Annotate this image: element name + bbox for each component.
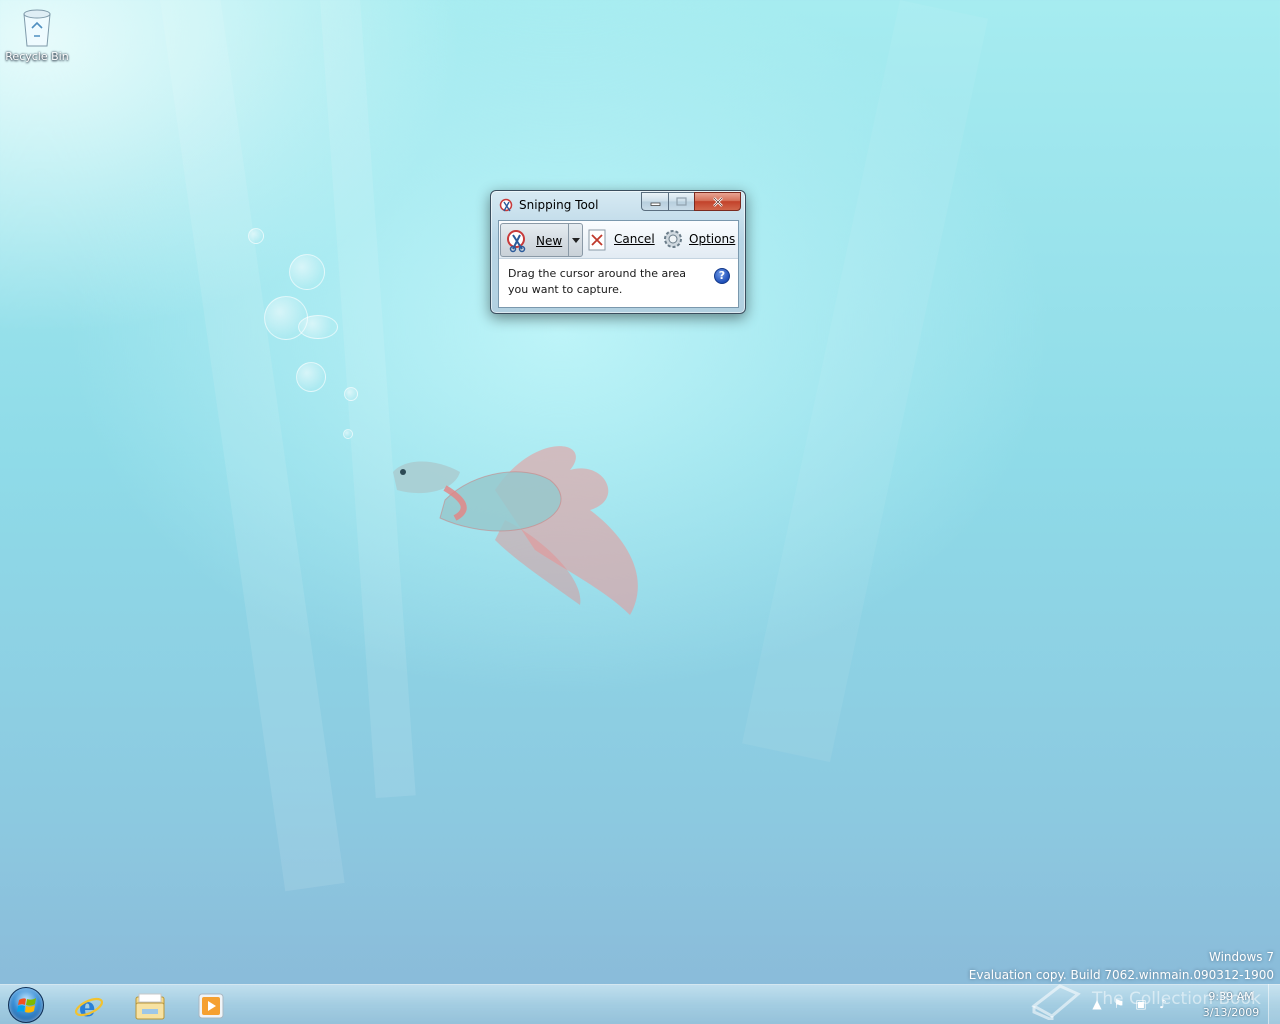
maximize-icon (676, 197, 687, 206)
new-snip-icon (506, 229, 530, 256)
close-icon (712, 196, 723, 207)
new-snip-button[interactable]: New (500, 223, 583, 257)
recycle-bin-desktop-icon[interactable]: Recycle Bin (4, 4, 70, 63)
cancel-icon[interactable] (588, 229, 606, 254)
bubble (298, 315, 338, 339)
bubble (343, 429, 353, 439)
new-label: New (536, 234, 563, 248)
minimize-button[interactable] (641, 192, 668, 211)
instruction-line-2: you want to capture. (508, 283, 623, 296)
instruction-line-1: Drag the cursor around the area (508, 267, 687, 280)
collection-book-text: The Collection Book (1092, 989, 1261, 1009)
bubble (289, 254, 325, 290)
taskbar-internet-explorer[interactable]: e (60, 986, 118, 1024)
collection-book-watermark: The Collection Book (1030, 978, 1270, 1024)
window-title: Snipping Tool (519, 198, 599, 212)
options-button[interactable]: Options (689, 232, 735, 246)
svg-text:e: e (79, 993, 96, 1022)
windows-explorer-icon (135, 993, 165, 1020)
windows-logo-icon (8, 987, 44, 1023)
gear-icon[interactable] (662, 228, 684, 253)
maximize-button[interactable] (668, 192, 694, 211)
book-logo-icon (1030, 980, 1082, 1023)
taskbar-media-player[interactable] (182, 986, 240, 1024)
media-player-icon (198, 993, 224, 1019)
watermark-os: Windows 7 (1208, 950, 1274, 964)
help-icon[interactable]: ? (714, 268, 730, 284)
snipping-tool-icon (499, 198, 515, 214)
recycle-bin-label: Recycle Bin (5, 50, 69, 63)
light-ray (741, 0, 989, 763)
client-area: New Cancel Options Drag the cursor aroun… (498, 220, 739, 308)
bubble (296, 362, 326, 392)
chevron-down-icon[interactable] (572, 238, 580, 243)
caption-buttons (641, 192, 741, 211)
show-desktop-button[interactable] (1268, 984, 1280, 1024)
snipping-tool-window[interactable]: Snipping Tool New Cancel Options Drag th… (490, 190, 746, 314)
light-ray (160, 0, 345, 892)
close-button[interactable] (694, 192, 741, 211)
betta-fish-wallpaper (393, 446, 638, 615)
cancel-button[interactable]: Cancel (614, 232, 655, 246)
title-bar[interactable]: Snipping Tool (491, 191, 745, 219)
split-divider (568, 224, 569, 256)
taskbar-windows-explorer[interactable] (121, 986, 179, 1024)
bubble (248, 228, 264, 244)
light-ray (320, 0, 416, 799)
minimize-icon (650, 202, 660, 206)
internet-explorer-icon: e (74, 993, 104, 1022)
toolbar: New Cancel Options (499, 221, 738, 259)
recycle-bin-icon (20, 6, 54, 48)
bubble (344, 387, 358, 401)
instruction-text: Drag the cursor around the area you want… (508, 266, 698, 298)
start-button[interactable] (4, 986, 48, 1024)
